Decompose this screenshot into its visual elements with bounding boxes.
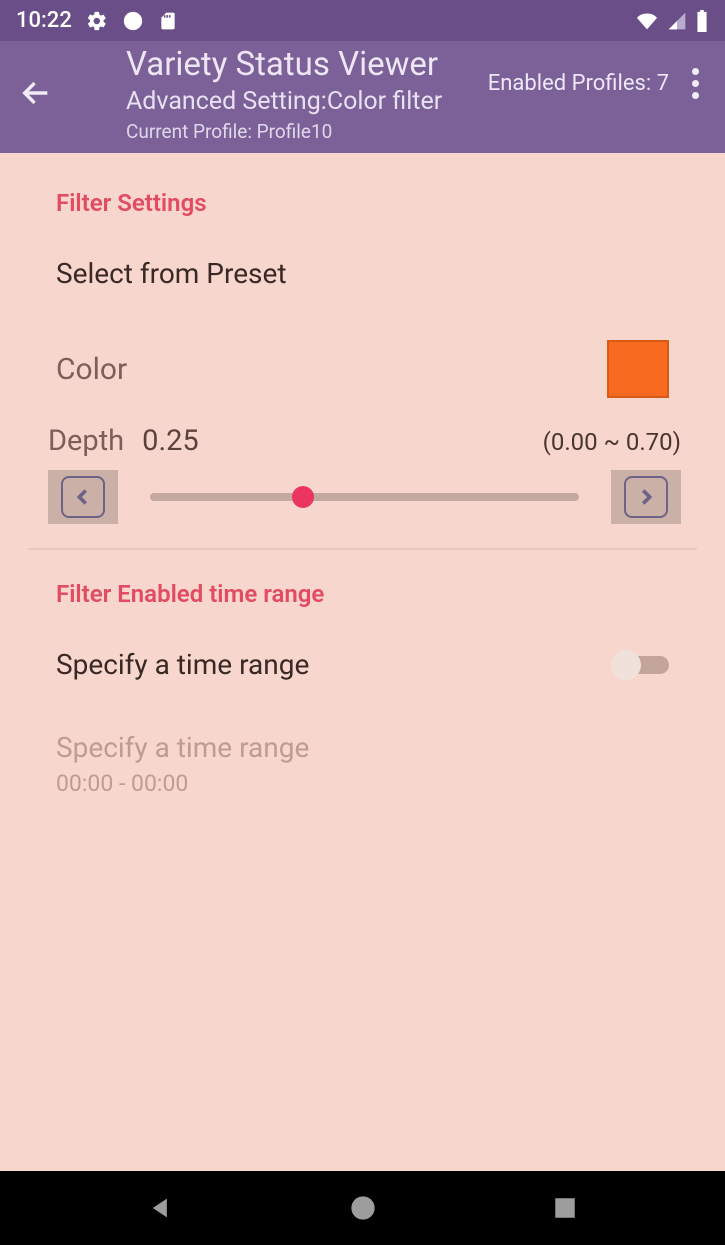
time-range-disabled-title: Specify a time range — [56, 731, 669, 764]
header-profile: Current Profile: Profile10 — [126, 120, 468, 143]
section-time-range: Filter Enabled time range — [0, 550, 725, 608]
overflow-menu-button[interactable] — [679, 67, 711, 99]
triangle-left-icon — [147, 1194, 175, 1222]
dot-icon — [692, 80, 699, 87]
preset-row[interactable]: Select from Preset — [0, 257, 725, 290]
back-button[interactable] — [14, 71, 58, 115]
arrow-left-icon — [19, 76, 53, 110]
dot-icon — [692, 92, 699, 99]
color-swatch[interactable] — [607, 340, 669, 398]
chevron-left-icon — [72, 484, 94, 510]
app-title: Variety Status Viewer — [126, 47, 468, 83]
app-header: Variety Status Viewer Advanced Setting:C… — [0, 41, 725, 153]
preset-label: Select from Preset — [56, 257, 725, 290]
wifi-icon — [635, 11, 659, 31]
status-right — [635, 10, 709, 32]
time-range-toggle-label: Specify a time range — [56, 648, 309, 681]
depth-increase-button[interactable] — [611, 470, 681, 524]
time-range-switch[interactable] — [611, 650, 669, 680]
status-bar: 10:22 — [0, 0, 725, 41]
color-row[interactable]: Color — [0, 340, 725, 398]
time-range-disabled-value: 00:00 - 00:00 — [56, 770, 669, 797]
depth-header: Depth 0.25 (0.00 ~ 0.70) — [0, 424, 725, 458]
square-icon — [552, 1195, 578, 1221]
status-left: 10:22 — [16, 8, 178, 33]
circle-icon — [122, 10, 144, 32]
chevron-right-icon — [635, 484, 657, 510]
depth-slider[interactable] — [150, 485, 579, 509]
system-nav-bar — [0, 1171, 725, 1245]
time-range-value-block: Specify a time range 00:00 - 00:00 — [0, 731, 725, 797]
depth-decrease-button[interactable] — [48, 470, 118, 524]
depth-label: Depth — [48, 424, 124, 458]
enabled-profiles: Enabled Profiles: 7 — [488, 71, 669, 96]
sd-card-icon — [158, 10, 178, 32]
circle-icon — [349, 1194, 377, 1222]
depth-range: (0.00 ~ 0.70) — [543, 428, 681, 456]
color-label: Color — [56, 352, 127, 387]
depth-value: 0.25 — [142, 424, 199, 458]
slider-track — [150, 493, 579, 501]
header-titles: Variety Status Viewer Advanced Setting:C… — [78, 47, 468, 143]
dot-icon — [692, 68, 699, 75]
gear-icon — [86, 10, 108, 32]
header-right: Enabled Profiles: 7 — [488, 67, 711, 99]
content: Filter Settings Select from Preset Color… — [0, 153, 725, 1171]
header-subtitle: Advanced Setting:Color filter — [126, 87, 468, 116]
battery-icon — [695, 10, 709, 32]
cell-signal-icon — [667, 11, 687, 31]
depth-slider-row — [0, 470, 725, 524]
slider-thumb[interactable] — [292, 486, 314, 508]
nav-recent-button[interactable] — [552, 1195, 578, 1221]
switch-thumb — [611, 650, 641, 680]
time-range-toggle-row[interactable]: Specify a time range — [0, 648, 725, 681]
section-filter-settings: Filter Settings — [0, 153, 725, 217]
nav-back-button[interactable] — [147, 1194, 175, 1222]
nav-home-button[interactable] — [349, 1194, 377, 1222]
status-time: 10:22 — [16, 8, 72, 33]
